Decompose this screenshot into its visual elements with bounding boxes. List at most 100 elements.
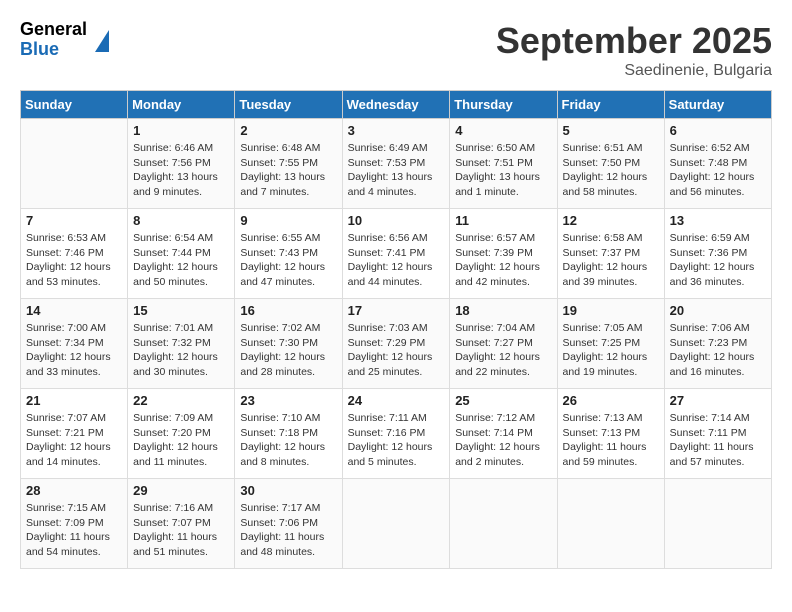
calendar-cell	[21, 119, 128, 209]
day-number: 4	[455, 123, 551, 138]
day-info: Sunrise: 7:12 AMSunset: 7:14 PMDaylight:…	[455, 411, 551, 470]
location-subtitle: Saedinenie, Bulgaria	[496, 62, 772, 80]
calendar-cell: 25 Sunrise: 7:12 AMSunset: 7:14 PMDayligh…	[450, 389, 557, 479]
calendar-cell: 5 Sunrise: 6:51 AMSunset: 7:50 PMDaylight…	[557, 119, 664, 209]
page-header: General Blue September 2025 Saedinenie, …	[20, 20, 772, 80]
day-number: 13	[670, 213, 766, 228]
day-number: 1	[133, 123, 229, 138]
day-number: 30	[240, 483, 336, 498]
calendar-cell: 18 Sunrise: 7:04 AMSunset: 7:27 PMDayligh…	[450, 299, 557, 389]
day-info: Sunrise: 7:07 AMSunset: 7:21 PMDaylight:…	[26, 411, 122, 470]
day-info: Sunrise: 6:59 AMSunset: 7:36 PMDaylight:…	[670, 231, 766, 290]
day-number: 26	[563, 393, 659, 408]
day-info: Sunrise: 7:00 AMSunset: 7:34 PMDaylight:…	[26, 321, 122, 380]
day-number: 2	[240, 123, 336, 138]
calendar-cell: 27Sunrise: 7:14 AMSunset: 7:11 PMDayligh…	[664, 389, 771, 479]
calendar-cell: 7Sunrise: 6:53 AMSunset: 7:46 PMDaylight…	[21, 209, 128, 299]
day-number: 6	[670, 123, 766, 138]
calendar-cell: 3 Sunrise: 6:49 AMSunset: 7:53 PMDaylight…	[342, 119, 450, 209]
day-number: 5	[563, 123, 659, 138]
calendar-cell: 19 Sunrise: 7:05 AMSunset: 7:25 PMDayligh…	[557, 299, 664, 389]
day-info: Sunrise: 6:48 AMSunset: 7:55 PMDaylight:…	[240, 141, 336, 200]
day-number: 19	[563, 303, 659, 318]
calendar-cell: 11Sunrise: 6:57 AMSunset: 7:39 PMDayligh…	[450, 209, 557, 299]
calendar-cell: 12 Sunrise: 6:58 AMSunset: 7:37 PMDayligh…	[557, 209, 664, 299]
calendar-cell: 16Sunrise: 7:02 AMSunset: 7:30 PMDayligh…	[235, 299, 342, 389]
calendar-cell: 26 Sunrise: 7:13 AMSunset: 7:13 PMDayligh…	[557, 389, 664, 479]
calendar-cell: 4Sunrise: 6:50 AMSunset: 7:51 PMDaylight…	[450, 119, 557, 209]
calendar-cell: 24 Sunrise: 7:11 AMSunset: 7:16 PMDayligh…	[342, 389, 450, 479]
day-number: 18	[455, 303, 551, 318]
calendar-cell: 6 Sunrise: 6:52 AMSunset: 7:48 PMDaylight…	[664, 119, 771, 209]
day-info: Sunrise: 7:13 AMSunset: 7:13 PMDaylight:…	[563, 411, 659, 470]
day-info: Sunrise: 7:16 AMSunset: 7:07 PMDaylight:…	[133, 501, 229, 560]
weekday-header: Sunday	[21, 91, 128, 119]
calendar-cell: 9 Sunrise: 6:55 AMSunset: 7:43 PMDaylight…	[235, 209, 342, 299]
day-number: 29	[133, 483, 229, 498]
calendar-cell: 17 Sunrise: 7:03 AMSunset: 7:29 PMDayligh…	[342, 299, 450, 389]
calendar-cell: 30 Sunrise: 7:17 AMSunset: 7:06 PMDayligh…	[235, 479, 342, 569]
weekday-header: Tuesday	[235, 91, 342, 119]
calendar-cell: 10 Sunrise: 6:56 AMSunset: 7:41 PMDayligh…	[342, 209, 450, 299]
calendar-week-row: 1Sunrise: 6:46 AMSunset: 7:56 PMDaylight…	[21, 119, 772, 209]
day-number: 22	[133, 393, 229, 408]
calendar-cell: 13 Sunrise: 6:59 AMSunset: 7:36 PMDayligh…	[664, 209, 771, 299]
calendar-week-row: 7Sunrise: 6:53 AMSunset: 7:46 PMDaylight…	[21, 209, 772, 299]
weekday-header: Friday	[557, 91, 664, 119]
month-title: September 2025	[496, 20, 772, 62]
day-number: 10	[348, 213, 445, 228]
calendar-cell: 28Sunrise: 7:15 AMSunset: 7:09 PMDayligh…	[21, 479, 128, 569]
calendar-cell: 2 Sunrise: 6:48 AMSunset: 7:55 PMDaylight…	[235, 119, 342, 209]
day-info: Sunrise: 7:11 AMSunset: 7:16 PMDaylight:…	[348, 411, 445, 470]
day-number: 7	[26, 213, 122, 228]
calendar-cell: 14 Sunrise: 7:00 AMSunset: 7:34 PMDayligh…	[21, 299, 128, 389]
day-info: Sunrise: 7:15 AMSunset: 7:09 PMDaylight:…	[26, 501, 122, 560]
day-number: 9	[240, 213, 336, 228]
calendar-cell: 1Sunrise: 6:46 AMSunset: 7:56 PMDaylight…	[128, 119, 235, 209]
calendar-cell: 8 Sunrise: 6:54 AMSunset: 7:44 PMDaylight…	[128, 209, 235, 299]
day-info: Sunrise: 7:04 AMSunset: 7:27 PMDaylight:…	[455, 321, 551, 380]
day-number: 23	[240, 393, 336, 408]
day-number: 20	[670, 303, 766, 318]
day-info: Sunrise: 7:10 AMSunset: 7:18 PMDaylight:…	[240, 411, 336, 470]
day-number: 8	[133, 213, 229, 228]
weekday-header: Wednesday	[342, 91, 450, 119]
day-number: 15	[133, 303, 229, 318]
calendar-cell	[557, 479, 664, 569]
day-info: Sunrise: 7:02 AMSunset: 7:30 PMDaylight:…	[240, 321, 336, 380]
calendar-cell	[450, 479, 557, 569]
day-info: Sunrise: 6:56 AMSunset: 7:41 PMDaylight:…	[348, 231, 445, 290]
day-info: Sunrise: 6:51 AMSunset: 7:50 PMDaylight:…	[563, 141, 659, 200]
calendar-cell	[342, 479, 450, 569]
day-number: 21	[26, 393, 122, 408]
calendar-cell: 21 Sunrise: 7:07 AMSunset: 7:21 PMDayligh…	[21, 389, 128, 479]
day-number: 17	[348, 303, 445, 318]
day-number: 24	[348, 393, 445, 408]
calendar-cell: 15Sunrise: 7:01 AMSunset: 7:32 PMDayligh…	[128, 299, 235, 389]
logo-text: General Blue	[20, 20, 87, 60]
title-section: September 2025 Saedinenie, Bulgaria	[496, 20, 772, 80]
calendar-table: SundayMondayTuesdayWednesdayThursdayFrid…	[20, 90, 772, 569]
calendar-cell: 22Sunrise: 7:09 AMSunset: 7:20 PMDayligh…	[128, 389, 235, 479]
day-info: Sunrise: 6:55 AMSunset: 7:43 PMDaylight:…	[240, 231, 336, 290]
day-number: 3	[348, 123, 445, 138]
day-info: Sunrise: 6:52 AMSunset: 7:48 PMDaylight:…	[670, 141, 766, 200]
weekday-header: Monday	[128, 91, 235, 119]
day-info: Sunrise: 7:06 AMSunset: 7:23 PMDaylight:…	[670, 321, 766, 380]
weekday-header: Thursday	[450, 91, 557, 119]
day-number: 25	[455, 393, 551, 408]
day-info: Sunrise: 7:17 AMSunset: 7:06 PMDaylight:…	[240, 501, 336, 560]
day-number: 14	[26, 303, 122, 318]
calendar-cell: 29 Sunrise: 7:16 AMSunset: 7:07 PMDayligh…	[128, 479, 235, 569]
day-info: Sunrise: 6:54 AMSunset: 7:44 PMDaylight:…	[133, 231, 229, 290]
day-info: Sunrise: 7:14 AMSunset: 7:11 PMDaylight:…	[670, 411, 766, 470]
day-number: 12	[563, 213, 659, 228]
logo: General Blue	[20, 20, 109, 60]
day-info: Sunrise: 6:58 AMSunset: 7:37 PMDaylight:…	[563, 231, 659, 290]
day-info: Sunrise: 7:05 AMSunset: 7:25 PMDaylight:…	[563, 321, 659, 380]
day-info: Sunrise: 6:57 AMSunset: 7:39 PMDaylight:…	[455, 231, 551, 290]
day-info: Sunrise: 7:03 AMSunset: 7:29 PMDaylight:…	[348, 321, 445, 380]
day-info: Sunrise: 6:49 AMSunset: 7:53 PMDaylight:…	[348, 141, 445, 200]
logo-triangle-icon	[95, 30, 109, 52]
calendar-week-row: 28Sunrise: 7:15 AMSunset: 7:09 PMDayligh…	[21, 479, 772, 569]
